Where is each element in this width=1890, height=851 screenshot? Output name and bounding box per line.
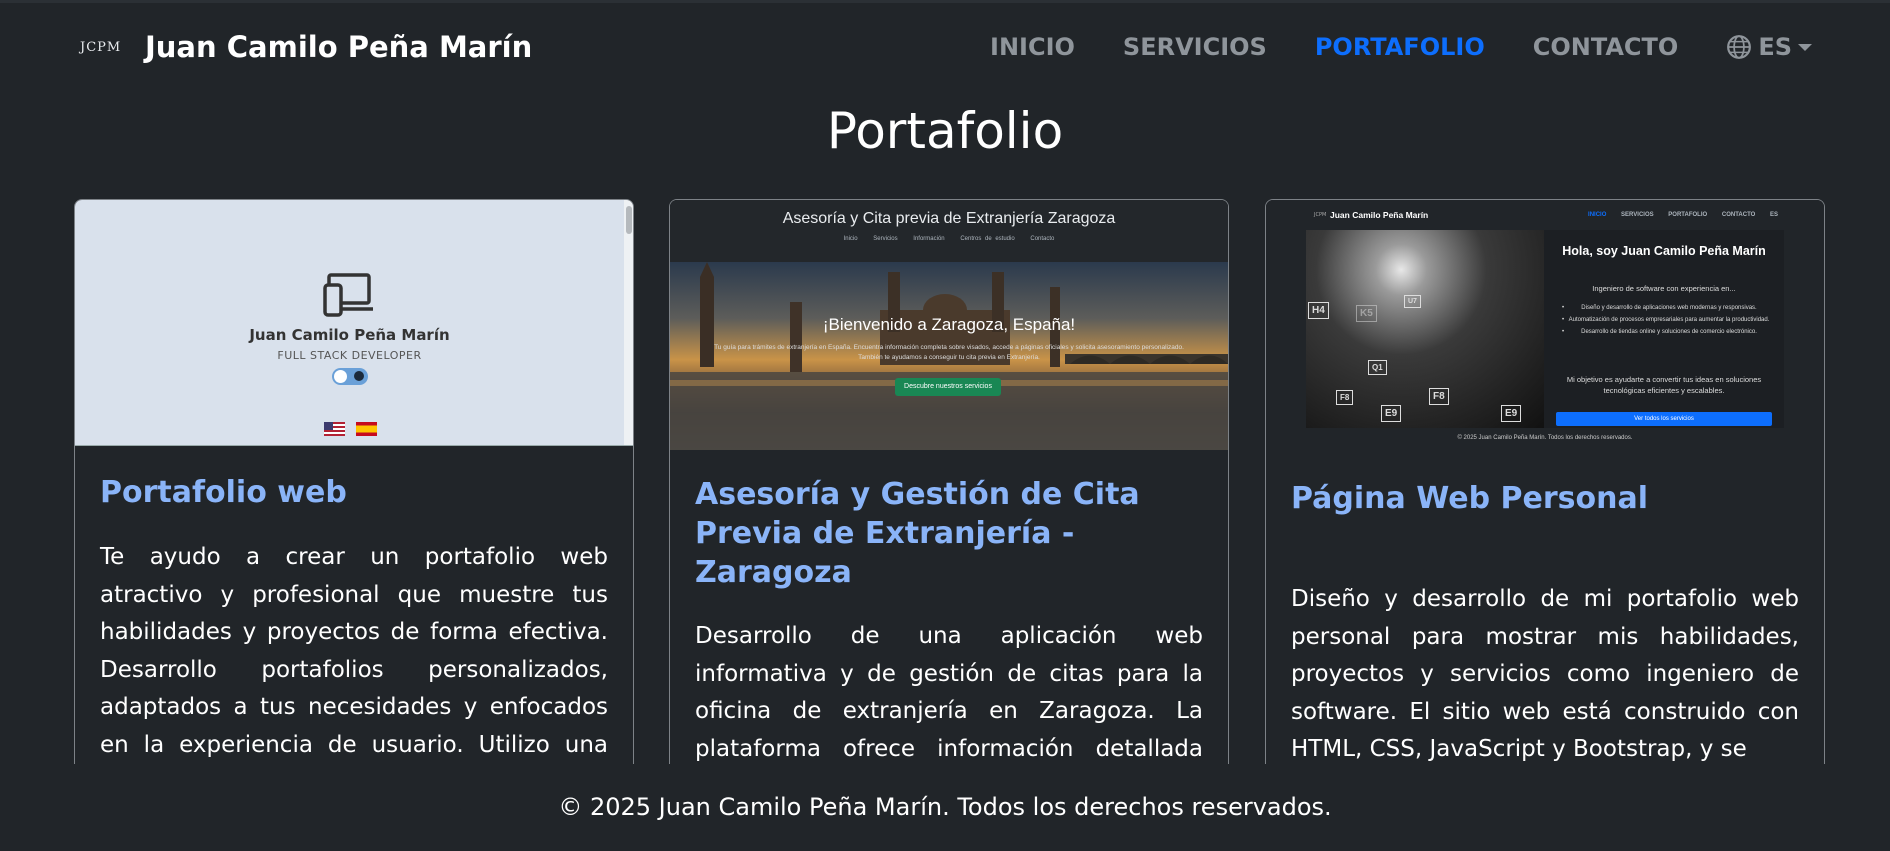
theme-toggle [332,368,368,385]
preview-brand: Juan Camilo Peña Marín [1330,210,1429,220]
preview-nav-item: INICIO [1588,212,1607,218]
preview-nav: INICIO SERVICIOS PORTAFOLIO CONTACTO ES [1575,212,1778,218]
preview-paragraph: Mi objetivo es ayudarte a convertir tus … [1566,375,1762,395]
nav-item-servicios[interactable]: SERVICIOS [1123,33,1267,61]
project-preview-image[interactable]: Asesoría y Cita previa de Extranjería Za… [670,200,1228,450]
preview-nav: Inicio Servicios Información Centros de … [670,236,1228,242]
us-flag-icon [324,422,345,436]
nav-item-inicio[interactable]: INICIO [990,33,1075,61]
keycap: K5 [1356,305,1377,322]
keycap: E9 [1381,405,1402,422]
keyboard-hero-image: H4 K5 U7 Q1 F8 E9 F8 E9 [1306,230,1544,428]
preview-name: Juan Camilo Peña Marín [249,326,450,344]
preview-nav-item: ES [1769,212,1778,218]
preview-button: Ver todos los servicios [1556,412,1772,426]
keycap: Q1 [1368,360,1387,375]
preview-subtitle: Tu guía para trámites de extranjería en … [714,344,1184,361]
card-text: Desarrollo de una aplicación web informa… [695,623,1203,762]
preview-nav-item: CONTACTO [1721,212,1756,218]
spain-flag-icon [356,422,377,436]
preview-title: Asesoría y Cita previa de Extranjería Za… [782,210,1116,227]
preview-list-item: Diseño y desarrollo de aplicaciones web … [1562,304,1774,313]
preview-list: Diseño y desarrollo de aplicaciones web … [1562,304,1774,340]
preview-header: Asesoría y Cita previa de Extranjería Za… [670,200,1228,262]
preview-nav-item: Información [913,236,945,242]
page-title: Portafolio [826,102,1064,160]
preview-cta-button: Descubre nuestros servicios [895,378,1001,396]
copyright-text: © 2025 Juan Camilo Peña Marín. Todos los… [558,793,1332,821]
nav-item-contacto[interactable]: CONTACTO [1533,33,1679,61]
preview-nav-item: Centros de estudio [960,236,1015,242]
logo[interactable]: JCPM [80,40,121,55]
preview-scrollbar [624,200,633,445]
keycap: U7 [1404,295,1421,308]
preview-nav-item: Servicios [873,236,898,242]
card-title: Asesoría y Gestión de Cita Previa de Ext… [695,477,1140,590]
preview-welcome: ¡Bienvenido a Zaragoza, España! [822,315,1076,334]
preview-subheading: Ingeniero de software con experiencia en… [1592,284,1736,293]
card-body: Asesoría y Gestión de Cita Previa de Ext… [670,475,1228,764]
preview-heading: Hola, soy Juan Camilo Peña Marín [1562,244,1766,258]
card-title: Página Web Personal [1291,481,1648,516]
preview-footer: © 2025 Juan Camilo Peña Marín. Todos los… [1457,435,1633,441]
preview-logo: JCPM [1314,212,1327,218]
language-dropdown[interactable]: ES [1726,33,1812,61]
preview-list-item: Automatización de procesos empresariales… [1562,316,1774,325]
preview-nav-item: Contacto [1030,236,1055,242]
keycap: E9 [1501,405,1522,422]
card-text: Diseño y desarrollo de mi portafolio web… [1291,586,1799,762]
preview-intro-panel: Hola, soy Juan Camilo Peña Marín Ingenie… [1544,230,1784,428]
card-body: Página Web Personal Diseño y desarrollo … [1266,479,1824,764]
chevron-down-icon [1798,43,1812,51]
keycap: F8 [1336,390,1354,405]
keycap: H4 [1308,302,1329,319]
project-card-pagina-web-personal: JCPM Juan Camilo Peña Marín INICIO SERVI… [1265,199,1825,764]
nav-item-portafolio[interactable]: PORTAFOLIO [1315,33,1485,61]
card-title: Portafolio web [100,475,347,510]
card-body: Portafolio web Te ayudo a crear un porta… [75,473,633,764]
language-label: ES [1758,33,1792,61]
project-preview-image[interactable]: Juan Camilo Peña Marín FULL STACK DEVELO… [75,200,633,446]
card-text: Te ayudo a crear un portafolio web atrac… [100,544,608,758]
project-preview-image[interactable]: JCPM Juan Camilo Peña Marín INICIO SERVI… [1266,200,1824,456]
project-card-extranjeria-zaragoza: Asesoría y Cita previa de Extranjería Za… [669,199,1229,764]
preview-list-item: Desarrollo de tiendas online y solucione… [1562,328,1774,337]
globe-icon [1727,35,1752,59]
brand-name[interactable]: Juan Camilo Peña Marín [145,30,532,64]
moon-icon [354,371,364,381]
preview-nav-item: Inicio [843,236,858,242]
preview-nav-item: PORTAFOLIO [1668,212,1708,218]
nav-menu: INICIO SERVICIOS PORTAFOLIO CONTACTO ES [942,33,1812,61]
devices-icon [323,273,373,317]
preview-nav-item: SERVICIOS [1621,212,1654,218]
preview-role: FULL STACK DEVELOPER [277,349,422,362]
keycap: F8 [1429,388,1449,405]
footer: © 2025 Juan Camilo Peña Marín. Todos los… [0,764,1890,851]
navbar: JCPM Juan Camilo Peña Marín INICIO SERVI… [0,3,1890,95]
project-card-portafolio-web: Juan Camilo Peña Marín FULL STACK DEVELO… [74,199,634,764]
